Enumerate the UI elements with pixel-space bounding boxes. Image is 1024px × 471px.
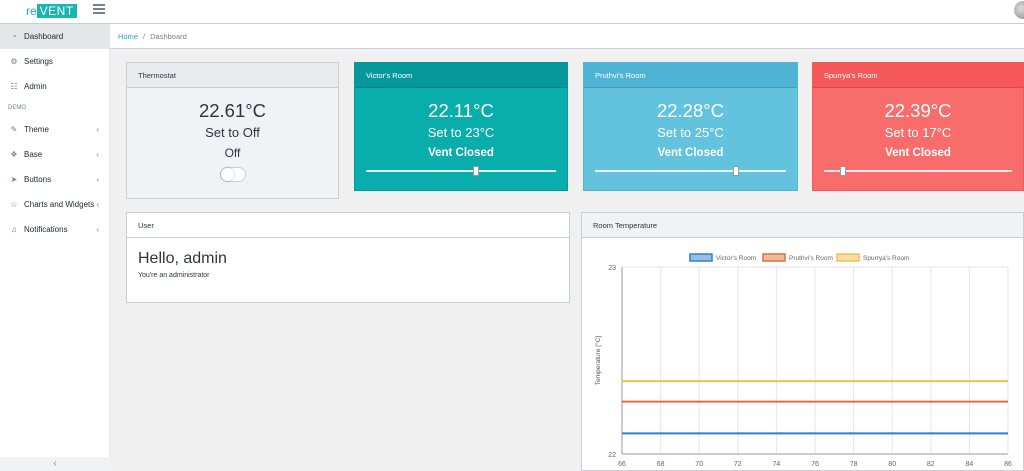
chevron-left-icon: ‹ bbox=[96, 225, 99, 234]
chevron-left-icon: ‹ bbox=[96, 125, 99, 134]
room-setpoint: Set to 25°C bbox=[657, 125, 724, 140]
room-card-pruthvi: Pruthvi's Room 22.28°C Set to 25°C Vent … bbox=[583, 62, 798, 191]
toggle-knob bbox=[221, 168, 234, 181]
sidebar-item-label: Admin bbox=[24, 82, 47, 91]
sidebar-item-label: Buttons bbox=[24, 175, 52, 184]
x-tick-label: 84 bbox=[966, 461, 974, 468]
breadcrumb-separator: / bbox=[143, 31, 146, 41]
chevron-left-icon: ‹ bbox=[96, 200, 99, 209]
y-tick-label: 22 bbox=[608, 452, 616, 459]
chart-card-title: Room Temperature bbox=[582, 213, 1023, 238]
room-setpoint-slider[interactable] bbox=[824, 166, 1012, 176]
room-setpoint-slider[interactable] bbox=[366, 166, 556, 176]
room-setpoint-slider[interactable] bbox=[595, 166, 786, 176]
room-title: Spurrya's Room bbox=[813, 63, 1023, 88]
speedometer-icon: ◔ bbox=[11, 32, 17, 41]
room-vent-status: Vent Closed bbox=[885, 147, 951, 159]
user-greeting: Hello, admin bbox=[138, 250, 227, 267]
room-title: Victor's Room bbox=[355, 63, 567, 88]
sidebar-item-label: Dashboard bbox=[24, 32, 64, 41]
chevron-left-icon: ‹ bbox=[96, 175, 99, 184]
sidebar-minimizer-button[interactable]: ‹ bbox=[0, 457, 110, 471]
cursor-icon: ➤ bbox=[10, 175, 18, 184]
room-temperature-chart: 66687072747678808284862223Time [s]Temper… bbox=[594, 253, 1012, 468]
x-tick-label: 86 bbox=[1004, 461, 1012, 468]
sliders-icon: ☷ bbox=[10, 82, 18, 91]
gear-icon: ⚙ bbox=[10, 57, 18, 66]
user-card: User Hello, admin You're an administrato… bbox=[126, 212, 570, 303]
room-card-spurrya: Spurrya's Room 22.39°C Set to 17°C Vent … bbox=[812, 62, 1024, 191]
user-card-title: User bbox=[127, 213, 569, 238]
puzzle-icon: ❖ bbox=[10, 150, 18, 159]
sidebar-item-admin[interactable]: ☷ Admin bbox=[0, 74, 109, 99]
chevron-left-icon: ‹ bbox=[96, 150, 99, 159]
room-temperature: 22.39°C bbox=[884, 100, 952, 121]
x-tick-label: 68 bbox=[657, 461, 665, 468]
sidebar-item-label: Base bbox=[24, 150, 43, 159]
sidebar-item-label: Charts and Widgets bbox=[24, 200, 95, 209]
hamburger-icon[interactable] bbox=[93, 4, 105, 14]
room-vent-status: Vent Closed bbox=[428, 147, 494, 159]
x-tick-label: 82 bbox=[927, 461, 935, 468]
legend-label: Spurrya's Room bbox=[863, 255, 909, 262]
x-tick-label: 70 bbox=[695, 461, 703, 468]
brand-prefix: re bbox=[26, 4, 37, 18]
brand-box: VENT bbox=[36, 4, 77, 18]
sidebar-item-label: Notifications bbox=[24, 225, 68, 234]
thermostat-state: Off bbox=[224, 146, 241, 160]
thermostat-toggle[interactable] bbox=[220, 167, 246, 182]
x-tick-label: 72 bbox=[734, 461, 742, 468]
sidebar-section-title: DEMO bbox=[8, 105, 26, 111]
pencil-icon: ✎ bbox=[10, 125, 18, 134]
room-temperature: 22.11°C bbox=[428, 100, 494, 121]
sidebar-item-charts-and-widgets[interactable]: ☆ Charts and Widgets ‹ bbox=[0, 192, 109, 217]
legend-swatch bbox=[762, 253, 786, 262]
sidebar-item-settings[interactable]: ⚙ Settings bbox=[0, 49, 109, 74]
sidebar-item-label: Theme bbox=[24, 125, 49, 134]
legend-label: Victor's Room bbox=[716, 255, 756, 262]
slider-thumb[interactable] bbox=[473, 166, 480, 176]
slider-thumb[interactable] bbox=[839, 166, 846, 176]
thermostat-temperature: 22.61°C bbox=[198, 100, 267, 121]
room-temperature: 22.28°C bbox=[656, 100, 725, 121]
sidebar-item-notifications[interactable]: ♫ Notifications ‹ bbox=[0, 217, 109, 242]
room-setpoint: Set to 17°C bbox=[884, 125, 952, 140]
breadcrumb: Home / Dashboard bbox=[110, 24, 1024, 49]
room-card-victor: Victor's Room 22.11°C Set to 23°C Vent C… bbox=[354, 62, 568, 191]
y-tick-label: 23 bbox=[608, 265, 616, 272]
star-icon: ☆ bbox=[10, 200, 18, 209]
thermostat-card: Thermostat 22.61°C Set to Off Off bbox=[126, 62, 339, 199]
brand-logo[interactable]: re VENT bbox=[26, 4, 77, 18]
user-avatar[interactable] bbox=[1014, 1, 1024, 19]
thermostat-title: Thermostat bbox=[127, 63, 338, 88]
x-tick-label: 76 bbox=[811, 461, 819, 468]
legend-swatch bbox=[689, 253, 713, 262]
sidebar-item-label: Settings bbox=[24, 57, 53, 66]
x-tick-label: 66 bbox=[618, 461, 626, 468]
legend-swatch bbox=[836, 253, 860, 262]
top-header: re VENT bbox=[0, 0, 1024, 24]
slider-thumb[interactable] bbox=[733, 166, 740, 176]
y-axis-label: Temperature [°C] bbox=[594, 336, 602, 385]
thermostat-setpoint: Set to Off bbox=[205, 125, 260, 140]
bell-icon: ♫ bbox=[11, 225, 17, 234]
x-tick-label: 78 bbox=[850, 461, 858, 468]
room-title: Pruthvi's Room bbox=[584, 63, 797, 88]
breadcrumb-home-link[interactable]: Home bbox=[118, 32, 138, 41]
legend-label: Pruthvi's Room bbox=[789, 255, 833, 262]
x-tick-label: 74 bbox=[773, 461, 781, 468]
room-temperature-card: Room Temperature 66 68 70 72 74 76 78 80 82 84 86 2… bbox=[581, 212, 1024, 471]
sidebar-item-buttons[interactable]: ➤ Buttons ‹ bbox=[0, 167, 109, 192]
sidebar: ◔ Dashboard ⚙ Settings ☷ Admin DEMO ✎ Theme ‹ ❖ B… bbox=[0, 24, 110, 471]
breadcrumb-current: Dashboard bbox=[150, 31, 187, 41]
sidebar-item-dashboard[interactable]: ◔ Dashboard bbox=[0, 24, 109, 49]
room-setpoint: Set to 23°C bbox=[427, 125, 495, 140]
sidebar-item-base[interactable]: ❖ Base ‹ bbox=[0, 142, 109, 167]
x-tick-label: 80 bbox=[888, 461, 896, 468]
user-role: You're an administrator bbox=[138, 272, 210, 279]
sidebar-item-theme[interactable]: ✎ Theme ‹ bbox=[0, 117, 109, 142]
room-vent-status: Vent Closed bbox=[657, 147, 724, 159]
